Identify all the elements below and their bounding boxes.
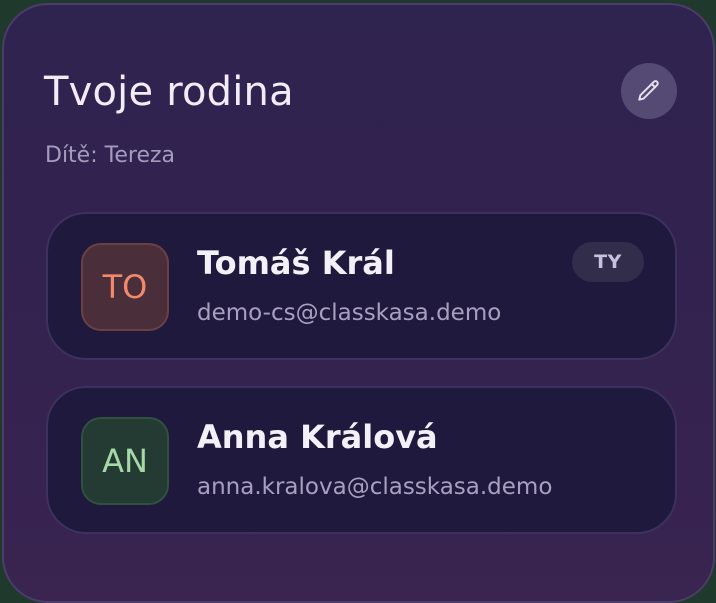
child-name: Tereza [104,143,176,168]
edit-button[interactable] [621,63,677,119]
member-name: Tomáš Král [197,244,395,282]
member-card[interactable]: TO Tomáš Král demo-cs@classkasa.demo TY [46,212,677,360]
page-title: Tvoje rodina [44,69,294,115]
avatar: TO [81,243,169,331]
member-card[interactable]: AN Anna Králová anna.kralova@classkasa.d… [46,386,677,534]
member-name: Anna Králová [197,418,438,456]
family-card: Tvoje rodina Dítě: Tereza TO Tomáš Král … [2,3,715,603]
member-email: demo-cs@classkasa.demo [197,300,502,326]
pencil-icon [638,80,659,101]
child-label: Dítě: [45,143,98,168]
avatar: AN [81,417,169,505]
member-email: anna.kralova@classkasa.demo [197,474,553,500]
child-info: Dítě: Tereza [45,143,175,168]
you-badge: TY [572,242,644,282]
